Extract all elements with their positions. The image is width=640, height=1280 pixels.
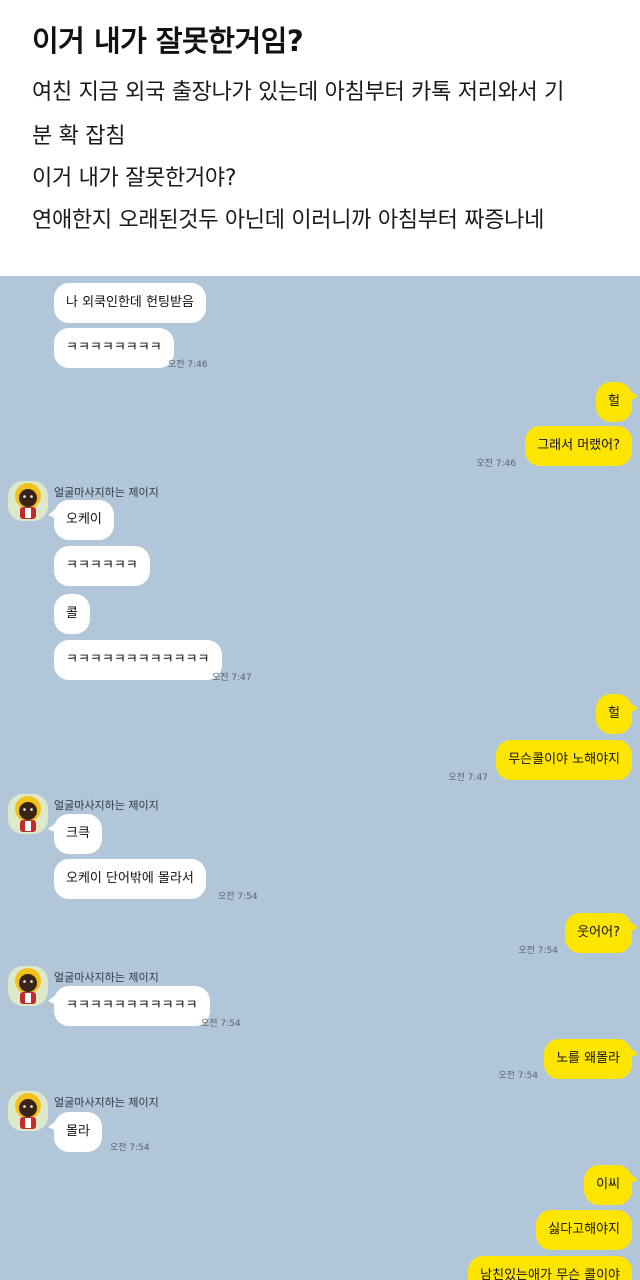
- character-avatar-icon[interactable]: [8, 966, 48, 1006]
- message-time: 오전 7:54: [218, 892, 258, 902]
- received-message: 몰라: [48, 1112, 102, 1152]
- received-message: ㅋㅋㅋㅋㅋㅋㅋㅋㅋㅋㅋ: [48, 986, 210, 1026]
- received-message: 크큭: [48, 814, 102, 854]
- sender-name: 얼굴마사지하는 제이지: [54, 799, 159, 812]
- post-body-line: 여친 지금 외국 출장나가 있는데 아침부터 카톡 저리와서 기: [32, 80, 565, 105]
- post-body-line: 분 확 잡침: [32, 124, 126, 149]
- message-time: 오전 7:47: [212, 673, 252, 683]
- received-message: ㅋㅋㅋㅋㅋㅋㅋㅋ: [54, 328, 174, 368]
- character-avatar-icon[interactable]: [8, 481, 48, 521]
- message-time: 오전 7:54: [498, 1071, 538, 1081]
- post-body-line: 이거 내가 잘못한거야?: [32, 166, 237, 191]
- message-time: 오전 7:46: [476, 459, 516, 469]
- sender-name: 얼굴마사지하는 제이지: [54, 971, 159, 984]
- received-message: 오케이 단어밖에 몰라서: [54, 859, 206, 899]
- post-header: 이거 내가 잘못한거임? 여친 지금 외국 출장나가 있는데 아침부터 카톡 저…: [0, 0, 640, 276]
- message-time: 오전 7:47: [448, 773, 488, 783]
- character-avatar-icon[interactable]: [8, 794, 48, 834]
- message-time: 오전 7:54: [110, 1143, 150, 1153]
- sender-name: 얼굴마사지하는 제이지: [54, 486, 159, 499]
- message-time: 오전 7:54: [201, 1019, 241, 1029]
- sent-message: 무슨콜이야 노해야지: [496, 740, 632, 780]
- sender-name: 얼굴마사지하는 제이지: [54, 1096, 159, 1109]
- character-avatar-icon[interactable]: [8, 1091, 48, 1131]
- message-time: 오전 7:54: [518, 946, 558, 956]
- message-time: 오전 7:46: [168, 360, 208, 370]
- received-message: 나 외쿡인한데 헌팅받음: [54, 283, 206, 323]
- post-body-line: 연애한지 오래된것두 아닌데 이러니까 아침부터 짜증나네: [32, 208, 545, 233]
- sent-message: 웃어어?: [565, 913, 638, 953]
- post-title: 이거 내가 잘못한거임?: [32, 24, 304, 58]
- sent-message: 그래서 머랬어?: [525, 426, 632, 466]
- sent-message: 헐: [596, 694, 638, 734]
- received-message: ㅋㅋㅋㅋㅋㅋㅋㅋㅋㅋㅋㅋ: [54, 640, 222, 680]
- sent-message: 노를 왜몰라: [544, 1039, 638, 1079]
- sent-message: 남친있는애가 무슨 콜이야: [468, 1256, 632, 1280]
- chat-screenshot: 나 외쿡인한데 헌팅받음 ㅋㅋㅋㅋㅋㅋㅋㅋ 오전 7:46 헐 그래서 머랬어?…: [0, 276, 640, 1280]
- sent-message: 헐: [596, 382, 638, 422]
- received-message: 콜: [54, 594, 90, 634]
- received-message: ㅋㅋㅋㅋㅋㅋ: [54, 546, 150, 586]
- sent-message: 이씨: [584, 1165, 638, 1205]
- received-message: 오케이: [48, 500, 114, 540]
- sent-message: 싫다고해야지: [536, 1210, 632, 1250]
